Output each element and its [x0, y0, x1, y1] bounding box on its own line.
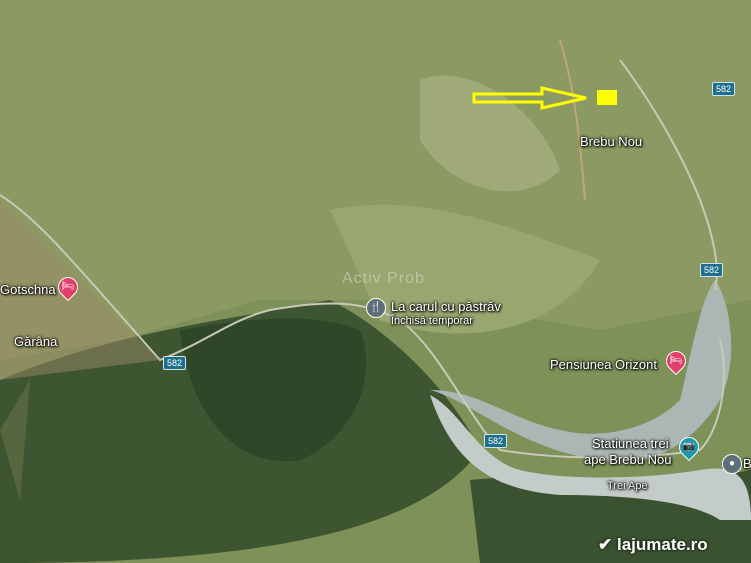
bed-icon: 🛏	[61, 281, 75, 292]
restaurant-status: Închisă temporar	[391, 315, 473, 327]
site-logo: ✔ lajumate.ro	[598, 535, 708, 555]
restaurant-name: La carul cu păstrăv	[391, 299, 501, 314]
fork-knife-icon: 🍴	[369, 302, 383, 313]
village-label-brebu-nou: Brebu Nou	[580, 134, 643, 149]
road-badge-582: 582	[484, 434, 508, 448]
place-label-statiunea-line1: Statiunea trei	[592, 436, 669, 451]
place-label-gotschna: Gotschna	[0, 282, 56, 297]
logo-check-icon: ✔	[598, 535, 613, 554]
location-pin-edge[interactable]: ●	[722, 454, 742, 474]
place-label-statiunea-line2: ape Brebu Nou	[584, 452, 672, 467]
bed-icon: 🛏	[669, 355, 683, 366]
road-badge-582: 582	[700, 263, 724, 277]
logo-text: lajumate.ro	[616, 535, 708, 554]
place-label-trei-ape: Trei Ape	[607, 480, 648, 492]
restaurant-pin[interactable]: 🍴	[366, 298, 386, 318]
watermark: Activ Prob	[342, 270, 425, 287]
yellow-arrow-icon	[472, 86, 587, 110]
property-marker[interactable]	[597, 90, 617, 105]
pin-icon: ●	[728, 458, 736, 469]
place-label-edge: B	[743, 456, 751, 471]
road-badge-582: 582	[712, 82, 736, 96]
place-label-pensiunea: Pensiunea Orizont	[550, 357, 657, 372]
camera-icon: 📷	[682, 441, 696, 452]
village-label-garana: Gărâna	[14, 334, 58, 349]
road-badge-582: 582	[163, 356, 187, 370]
satellite-map[interactable]: Activ Prob Brebu Nou 🛏 Gotschna Gărâna 🍴…	[0, 0, 751, 563]
